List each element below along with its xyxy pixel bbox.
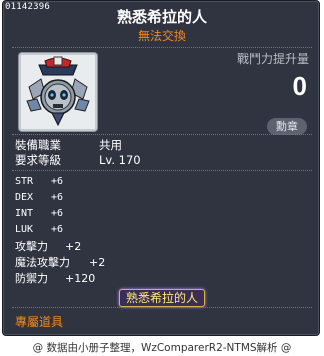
- info-value: 共用: [99, 138, 122, 152]
- info-value: Lv. 170: [99, 153, 141, 167]
- stat-key: 攻擊力: [15, 240, 48, 253]
- power-label: 戰鬥力提升量: [236, 52, 309, 66]
- stat-key: LUK: [15, 224, 34, 235]
- medal-skull-emblem-icon: [26, 56, 90, 127]
- item-tooltip: 01142396 熟悉希拉的人 無法交換 戰鬥力提升量 0 勳章 裝備職業 共用…: [2, 0, 320, 336]
- stat-value: +120: [65, 272, 96, 285]
- stat-row-dex: DEX +6: [15, 192, 63, 203]
- stat-row-attack: 攻擊力 +2: [15, 238, 81, 254]
- divider: [12, 134, 312, 135]
- stat-row-defense: 防禦力 +120: [15, 270, 95, 286]
- divider: [12, 307, 312, 308]
- stat-key: STR: [15, 176, 34, 187]
- stat-row-magic-attack: 魔法攻擊力 +2: [15, 254, 105, 270]
- info-row-job: 裝備職業 共用: [15, 137, 122, 153]
- exclusive-item-label: 專屬道具: [15, 315, 64, 329]
- medal-name-tag-label: 熟悉希拉的人: [118, 289, 205, 307]
- info-key: 要求等級: [15, 153, 61, 167]
- divider: [12, 170, 312, 171]
- stat-row-str: STR +6: [15, 176, 63, 187]
- stat-value: +6: [51, 192, 64, 203]
- stat-value: +2: [89, 256, 106, 269]
- stat-row-int: INT +6: [15, 208, 63, 219]
- stat-key: DEX: [15, 192, 34, 203]
- stat-row-luk: LUK +6: [15, 224, 63, 235]
- trade-restriction: 無法交換: [137, 29, 186, 43]
- credit-text: @ 数据由小册子整理，WzComparerR2-NTMS解析 @: [32, 342, 292, 354]
- power-value: 0: [292, 71, 307, 101]
- stat-key: INT: [15, 208, 34, 219]
- stat-value: +6: [51, 176, 64, 187]
- stat-key: 防禦力: [15, 272, 48, 285]
- info-row-level: 要求等級 Lv. 170: [15, 152, 141, 168]
- stat-value: +2: [65, 240, 82, 253]
- divider: [12, 47, 312, 48]
- badge-button[interactable]: 勳章: [267, 118, 307, 135]
- info-key: 裝備職業: [15, 138, 61, 152]
- stat-value: +6: [51, 208, 64, 219]
- stat-key: 魔法攻擊力: [15, 256, 70, 269]
- medal-name-tag: 熟悉希拉的人: [3, 287, 321, 307]
- item-title: 熟悉希拉的人: [116, 8, 207, 26]
- item-icon-frame: [18, 52, 98, 132]
- stat-value: +6: [51, 224, 64, 235]
